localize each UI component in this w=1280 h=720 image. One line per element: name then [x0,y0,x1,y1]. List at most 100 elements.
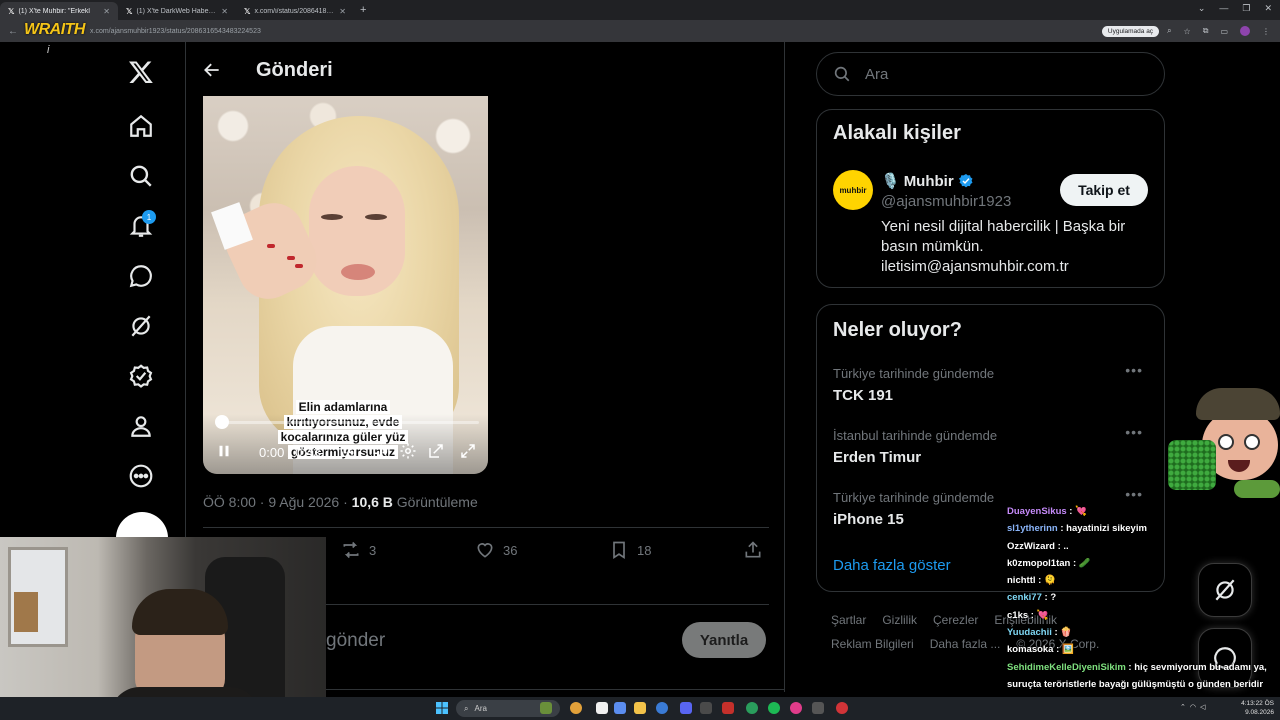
retweet-action[interactable]: 3 [341,540,376,560]
tab-close-icon[interactable]: ✕ [221,7,228,16]
trending-title: Neler oluyor? [833,319,962,341]
pip-icon[interactable] [427,442,445,460]
url-field[interactable]: x.com/ajansmuhbir1923/status/20863165434… [90,28,1102,35]
app-icon[interactable] [790,702,802,714]
post-timestamp[interactable]: ÖÖ 8:00 · 9 Ağu 2026 · [203,494,352,510]
chat-separator: : [1070,557,1079,569]
browser-tab-1[interactable]: 𝕏 (1) X'te Muhbir: "Erkekl ✕ [0,2,118,20]
search-box[interactable]: Ara [816,52,1165,96]
bookmark-star-icon[interactable]: ☆ [1184,27,1191,36]
footer-link[interactable]: Şartlar [831,613,866,627]
trend-category: İstanbul tarihinde gündemde [833,428,998,443]
chat-message: nichttl : 🫠 [1007,572,1277,589]
open-in-app-chip[interactable]: Uygulamada aç [1101,25,1160,37]
video-player[interactable]: Elin adamlarına kırıtıyorsunuz, evde koc… [203,96,488,474]
profile-name[interactable]: 🎙️ Muhbir [881,172,974,190]
back-icon[interactable]: ← [8,26,18,37]
bookmark-action[interactable]: 18 [609,540,651,560]
back-arrow-icon[interactable] [202,60,222,80]
footer-link[interactable]: Reklam Bilgileri [831,637,914,651]
chat-message: sl1ytherinn : hayatinizi sikeyim [1007,520,1277,537]
taskbar-clock[interactable]: 4:13:22 ÖS 9.08.2026 [1241,699,1274,717]
app-icon[interactable] [812,702,824,714]
overlay-mark: i [47,44,50,56]
more-dots-icon[interactable]: ••• [1125,424,1143,440]
home-icon[interactable] [116,106,166,146]
footer-link[interactable]: Gizlilik [882,613,917,627]
zoom-icon[interactable]: ⌕ [1167,26,1171,36]
folder-icon[interactable] [634,702,646,714]
browser-tab-2[interactable]: 𝕏 (1) X'te DarkWeb Haber: "Ev su ✕ [118,2,236,20]
window-controls: ⌄ — ❐ ✕ [1198,3,1272,14]
tab-close-icon[interactable]: ✕ [339,7,346,16]
discord-icon[interactable] [680,702,692,714]
heart-icon [477,543,493,558]
address-bar: ← x.com/ajansmuhbir1923/status/208631654… [0,20,1280,42]
chat-separator: : [1053,644,1062,656]
sidepanel-icon[interactable]: ▭ [1220,27,1228,36]
windows-start-icon[interactable] [436,702,448,714]
avatar[interactable]: muhbir [833,170,873,210]
more-icon[interactable] [116,456,166,496]
app-icon[interactable] [596,702,608,714]
mascot-eye [1218,434,1234,450]
video-progress-bar[interactable] [215,415,479,429]
app-icon[interactable] [746,702,758,714]
reply-button[interactable]: Yanıtla [682,622,766,658]
video-figure-nail [295,264,303,268]
mascot-food [1234,480,1280,498]
app-icon[interactable] [836,702,848,714]
app-icon[interactable] [614,702,626,714]
footer-link[interactable]: Çerezler [933,613,978,627]
search-icon[interactable] [116,156,166,196]
more-dots-icon[interactable]: ••• [1125,362,1143,378]
widget-icon[interactable] [540,702,552,714]
speaker-icon[interactable]: ◁ [1200,703,1205,711]
profile-icon[interactable] [116,406,166,446]
minimize-icon[interactable]: — [1219,3,1228,14]
maximize-icon[interactable]: ❐ [1242,3,1250,14]
x-logo-icon[interactable] [116,52,166,92]
verified-icon[interactable] [116,356,166,396]
volume-icon[interactable] [371,442,389,460]
settings-gear-icon[interactable] [399,442,417,460]
grok-icon[interactable] [116,306,166,346]
notifications-icon[interactable]: 1 [116,206,166,246]
like-action[interactable]: 36 [475,540,517,560]
video-figure-eye [365,214,387,220]
chat-username: OzzWizard [1007,540,1055,552]
fullscreen-icon[interactable] [459,442,477,460]
chat-message: c1ks : 💘 [1007,607,1277,624]
browser-tab-3[interactable]: 𝕏 x.com/i/status/208641899921 ✕ [236,2,354,20]
webcam-box [14,592,38,632]
reply-input[interactable]: gönder [326,630,385,652]
captions-icon[interactable] [339,442,357,460]
tab-close-icon[interactable]: ✕ [103,7,110,16]
trend-item[interactable]: İstanbul tarihinde gündemde Erden Timur … [833,424,1153,474]
new-tab-button[interactable]: + [360,4,366,16]
chevron-up-icon[interactable]: ⌃ [1180,703,1186,711]
follow-button[interactable]: Takip et [1060,174,1148,206]
tab-search-icon[interactable]: ⌄ [1198,3,1206,14]
edge-icon[interactable] [656,702,668,714]
extensions-icon[interactable]: ⧉ [1203,26,1209,36]
wifi-icon[interactable]: ◠ [1190,703,1196,711]
footer-link[interactable]: Daha fazla ... [930,637,1001,651]
pause-icon[interactable] [215,442,233,460]
trend-item[interactable]: Türkiye tarihinde gündemde TCK 191 ••• [833,362,1153,412]
messages-icon[interactable] [116,256,166,296]
menu-icon[interactable]: ⋮ [1262,27,1270,36]
verified-badge-icon [958,174,973,188]
share-action[interactable] [743,540,763,560]
profile-avatar[interactable] [1240,26,1250,36]
spotify-icon[interactable] [768,702,780,714]
chrome-icon[interactable] [570,702,582,714]
show-more-link[interactable]: Daha fazla göster [833,557,951,574]
app-icon[interactable] [700,702,712,714]
more-dots-icon[interactable]: ••• [1125,486,1143,502]
app-icon[interactable] [722,702,734,714]
chat-message: Yuudachii : 🍿 [1007,624,1277,641]
chat-username: nichttl [1007,575,1036,587]
profile-handle[interactable]: @ajansmuhbir1923 [881,193,1011,210]
window-close-icon[interactable]: ✕ [1264,3,1272,14]
